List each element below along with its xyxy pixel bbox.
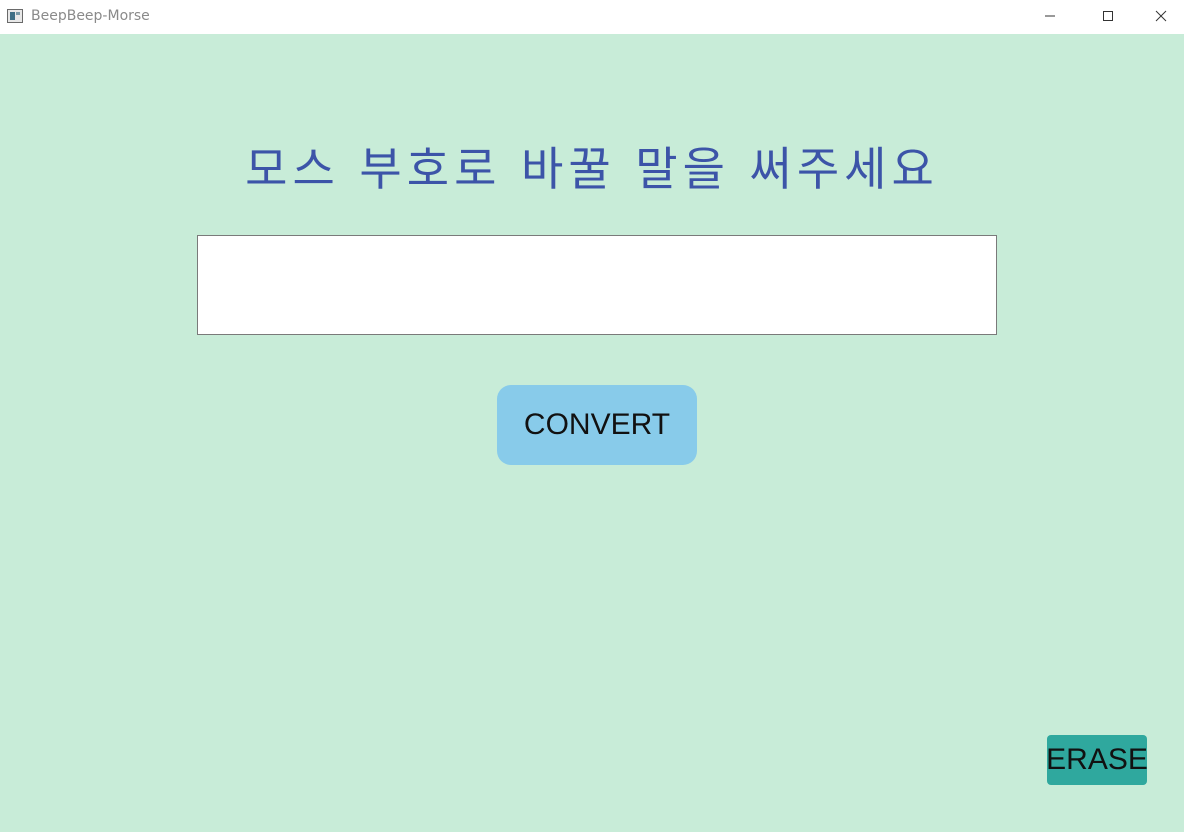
maximize-icon: [1103, 11, 1113, 21]
title-bar: BeepBeep-Morse: [0, 0, 1184, 34]
close-button[interactable]: [1137, 0, 1184, 32]
window-title: BeepBeep-Morse: [31, 8, 150, 24]
maximize-button[interactable]: [1079, 0, 1137, 32]
minimize-button[interactable]: [1021, 0, 1079, 32]
convert-button[interactable]: CONVERT: [497, 385, 697, 465]
text-input[interactable]: [197, 235, 997, 335]
minimize-icon: [1045, 15, 1055, 17]
close-icon: [1155, 10, 1166, 22]
app-window: BeepBeep-Morse 모스 부호로 바꿀 말을 써주세요 CONVERT…: [0, 0, 1184, 832]
page-heading: 모스 부호로 바꿀 말을 써주세요: [245, 142, 939, 196]
erase-button[interactable]: ERASE: [1046, 735, 1148, 785]
app-icon: [7, 9, 23, 23]
